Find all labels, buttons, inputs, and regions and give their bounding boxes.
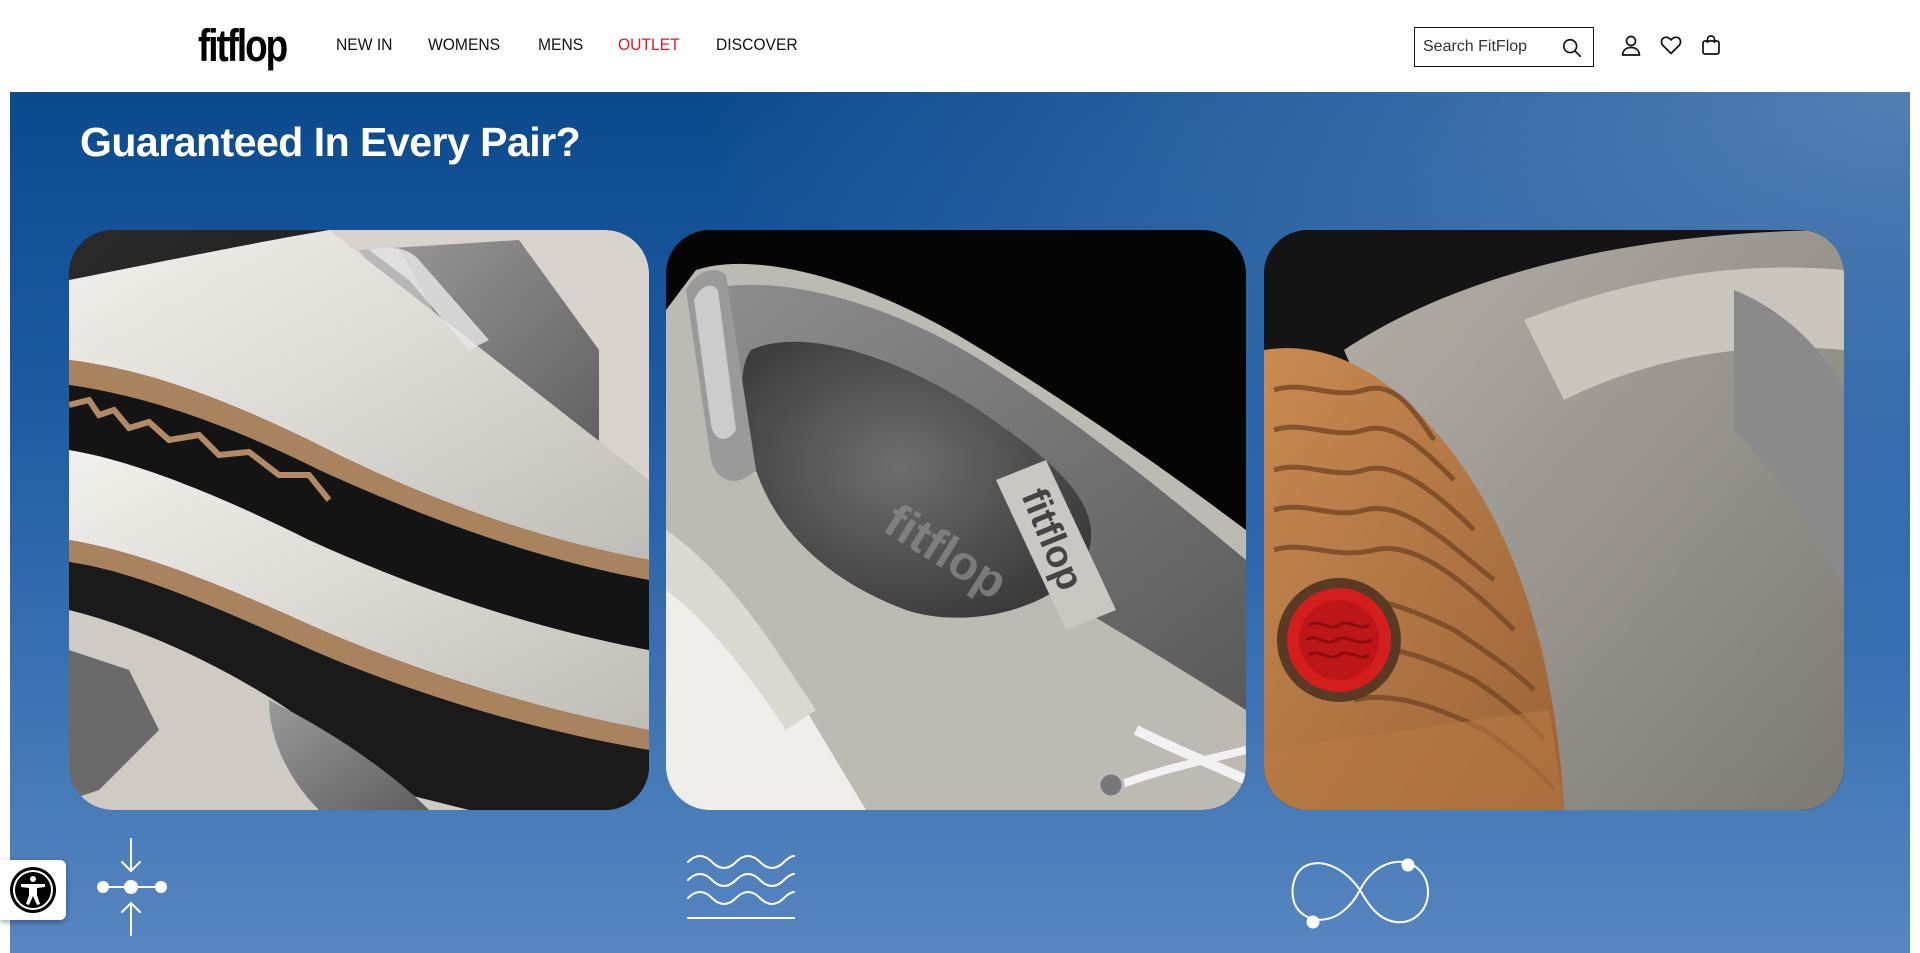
sneaker-outsole-tread-image[interactable]	[1264, 230, 1844, 810]
accessibility-icon	[10, 867, 56, 913]
main-nav: NEW IN WOMENS MENS OUTLET DISCOVER	[336, 33, 836, 57]
nav-womens[interactable]: WOMENS	[428, 33, 500, 57]
site-header: fitflop NEW IN WOMENS MENS OUTLET DISCOV…	[0, 0, 1920, 92]
fitflop-logo[interactable]: fitflop	[198, 18, 288, 74]
shopping-bag-icon[interactable]	[1699, 33, 1723, 57]
nav-discover[interactable]: DISCOVER	[716, 33, 798, 57]
search-input[interactable]	[1423, 38, 1559, 56]
sneaker-insole-heel-image[interactable]: fitflop fitflop	[666, 230, 1246, 810]
hero-title: Guaranteed In Every Pair?	[80, 119, 581, 165]
wishlist-heart-icon[interactable]	[1659, 33, 1683, 57]
nav-mens[interactable]: MENS	[538, 33, 583, 57]
sneaker-sole-layers-image[interactable]	[69, 230, 649, 810]
guarantee-hero: Guaranteed In Every Pair? fitflop fitflo…	[10, 92, 1910, 953]
search-box[interactable]	[1414, 27, 1594, 67]
accessibility-button[interactable]	[0, 860, 66, 920]
infinity-icon	[1291, 858, 1430, 929]
nav-new-in[interactable]: NEW IN	[336, 33, 392, 57]
nav-outlet[interactable]: OUTLET	[618, 33, 680, 57]
waves-icon	[687, 855, 795, 919]
search-icon[interactable]	[1561, 37, 1583, 59]
account-icon[interactable]	[1619, 33, 1643, 57]
compression-arrows-icon	[97, 838, 167, 936]
